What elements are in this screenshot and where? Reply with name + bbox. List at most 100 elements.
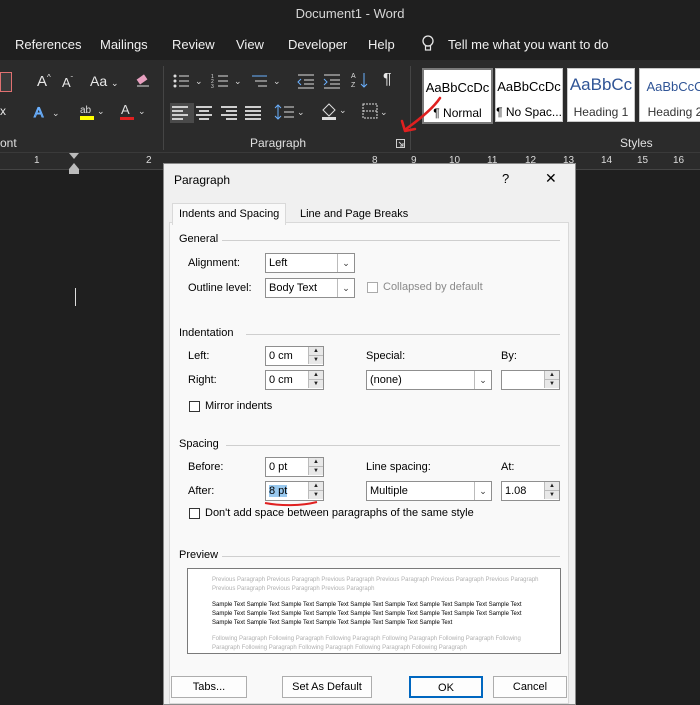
tell-me-search[interactable]: Tell me what you want to do [448, 37, 608, 52]
chevron-down-icon: ⌄ [337, 279, 354, 297]
svg-text:⌄: ⌄ [52, 108, 60, 118]
close-button[interactable]: ✕ [545, 170, 557, 187]
section-spacing: Spacing [179, 438, 219, 450]
highlight-color-icon[interactable]: ab ⌄ [77, 101, 107, 123]
tab-help[interactable]: Help [368, 37, 395, 52]
tab-view[interactable]: View [236, 37, 264, 52]
numbering-icon[interactable]: 1 2 3 ⌄ [211, 72, 245, 90]
mirror-indents-checkbox[interactable] [189, 401, 200, 412]
spin-up-icon[interactable]: ▲ [544, 371, 559, 380]
line-spacing-label: Line spacing: [366, 461, 431, 473]
style-no-spacing[interactable]: AaBbCcDc ¶ No Spac... [495, 68, 563, 122]
svg-text:A: A [351, 73, 356, 80]
paragraph-dialog: Paragraph ? ✕ Indents and Spacing Line a… [163, 163, 576, 705]
shading-icon[interactable]: ⌄ [320, 100, 350, 122]
multilevel-list-icon[interactable]: ⌄ [250, 72, 284, 90]
spacing-after-spinner[interactable]: 8 pt ▲ ▼ [265, 481, 324, 501]
text-effects-icon[interactable]: A ⌄ [32, 103, 66, 121]
justify-button[interactable] [245, 104, 265, 122]
spin-up-icon[interactable]: ▲ [544, 482, 559, 491]
indent-right-label: Right: [188, 374, 217, 386]
font-color-icon[interactable]: A ⌄ [118, 101, 148, 123]
at-value: 1.08 [505, 485, 527, 497]
spin-up-icon[interactable]: ▲ [308, 458, 323, 467]
grow-font-icon[interactable]: A^ [37, 73, 51, 90]
pilcrow-icon: ¶ [383, 71, 392, 88]
svg-text:ab: ab [80, 105, 92, 116]
line-spacing-value: Multiple [370, 485, 408, 497]
clear-formatting-icon[interactable] [135, 72, 151, 88]
spin-down-icon[interactable]: ▼ [308, 356, 323, 364]
dont-add-space-checkbox[interactable] [189, 508, 200, 519]
svg-text:⌄: ⌄ [195, 76, 203, 86]
paragraph-dialog-launcher-icon[interactable] [396, 139, 405, 148]
change-case-button[interactable]: Aa ⌄ [90, 73, 119, 89]
spin-down-icon[interactable]: ▼ [544, 491, 559, 499]
svg-text:⌄: ⌄ [234, 76, 242, 86]
align-left-button[interactable] [170, 103, 194, 123]
chevron-down-icon: ⌄ [337, 254, 354, 272]
align-right-button[interactable] [221, 104, 241, 122]
spin-up-icon[interactable]: ▲ [308, 371, 323, 380]
by-spinner[interactable]: ▲ ▼ [501, 370, 560, 390]
help-button[interactable]: ? [502, 171, 509, 186]
alignment-value: Left [269, 257, 288, 269]
svg-text:A: A [34, 104, 44, 120]
tab-references[interactable]: References [15, 37, 81, 52]
spin-up-icon[interactable]: ▲ [308, 482, 323, 491]
style-heading-1[interactable]: AaBbCc Heading 1 [567, 68, 635, 122]
spin-down-icon[interactable]: ▼ [308, 380, 323, 388]
lightbulb-icon [422, 35, 434, 51]
style-sample: AaBbCcC [646, 79, 700, 94]
bullets-icon[interactable]: ⌄ [172, 72, 206, 90]
preview-box: Previous Paragraph Previous Paragraph Pr… [187, 568, 561, 654]
tab-line-and-page-breaks[interactable]: Line and Page Breaks [294, 204, 414, 224]
tabs-button[interactable]: Tabs... [171, 676, 247, 698]
preview-following-text: Following Paragraph Following Paragraph … [212, 636, 521, 651]
spin-down-icon[interactable]: ▼ [308, 467, 323, 475]
font-size-combo[interactable] [0, 72, 12, 92]
ruler-number: 16 [673, 155, 685, 166]
ok-button[interactable]: OK [409, 676, 483, 698]
spin-up-icon[interactable]: ▲ [308, 347, 323, 356]
tab-indents-and-spacing[interactable]: Indents and Spacing [172, 203, 287, 225]
tab-mailings[interactable]: Mailings [100, 37, 148, 52]
decrease-indent-icon[interactable] [296, 72, 316, 90]
center-button[interactable] [196, 104, 216, 122]
tab-review[interactable]: Review [172, 37, 215, 52]
svg-text:A: A [121, 102, 130, 117]
line-spacing-icon[interactable]: ⌄ [274, 102, 306, 122]
mirror-indents-label: Mirror indents [205, 400, 273, 412]
text-cursor [75, 288, 76, 306]
line-spacing-select[interactable]: Multiple ⌄ [366, 481, 492, 501]
indent-left-spinner[interactable]: 0 cm ▲ ▼ [265, 346, 324, 366]
at-spinner[interactable]: 1.08 ▲ ▼ [501, 481, 560, 501]
indent-marker-icon[interactable] [68, 153, 80, 175]
outline-level-select[interactable]: Body Text ⌄ [265, 278, 355, 298]
svg-text:⌄: ⌄ [297, 107, 305, 117]
sort-icon[interactable]: A Z [350, 70, 370, 90]
alignment-select[interactable]: Left ⌄ [265, 253, 355, 273]
shrink-font-icon[interactable]: Aˇ [62, 75, 73, 90]
collapsed-by-default-checkbox[interactable] [367, 282, 378, 293]
chevron-down-icon: ⌄ [474, 371, 491, 389]
spin-down-icon[interactable]: ▼ [544, 380, 559, 388]
tab-label: Indents and Spacing [179, 208, 280, 220]
tab-developer[interactable]: Developer [288, 37, 347, 52]
spacing-after-value: 8 pt [269, 485, 288, 497]
styles-group-label: Styles [620, 136, 653, 150]
spin-down-icon[interactable]: ▼ [308, 491, 323, 499]
borders-icon[interactable]: ⌄ [361, 102, 391, 122]
set-as-default-button[interactable]: Set As Default [282, 676, 372, 698]
increase-indent-icon[interactable] [322, 72, 342, 90]
show-formatting-marks-button[interactable]: ¶ [383, 71, 392, 89]
spacing-before-spinner[interactable]: 0 pt ▲ ▼ [265, 457, 324, 477]
style-name: Heading 1 [573, 105, 629, 119]
subscript-icon[interactable]: x [0, 104, 6, 118]
cancel-button[interactable]: Cancel [493, 676, 567, 698]
svg-text:⌄: ⌄ [97, 106, 105, 116]
special-select[interactable]: (none) ⌄ [366, 370, 492, 390]
indent-right-spinner[interactable]: 0 cm ▲ ▼ [265, 370, 324, 390]
style-heading-2[interactable]: AaBbCcC Heading 2 [639, 68, 700, 122]
paragraph-group-label: Paragraph [250, 136, 307, 150]
